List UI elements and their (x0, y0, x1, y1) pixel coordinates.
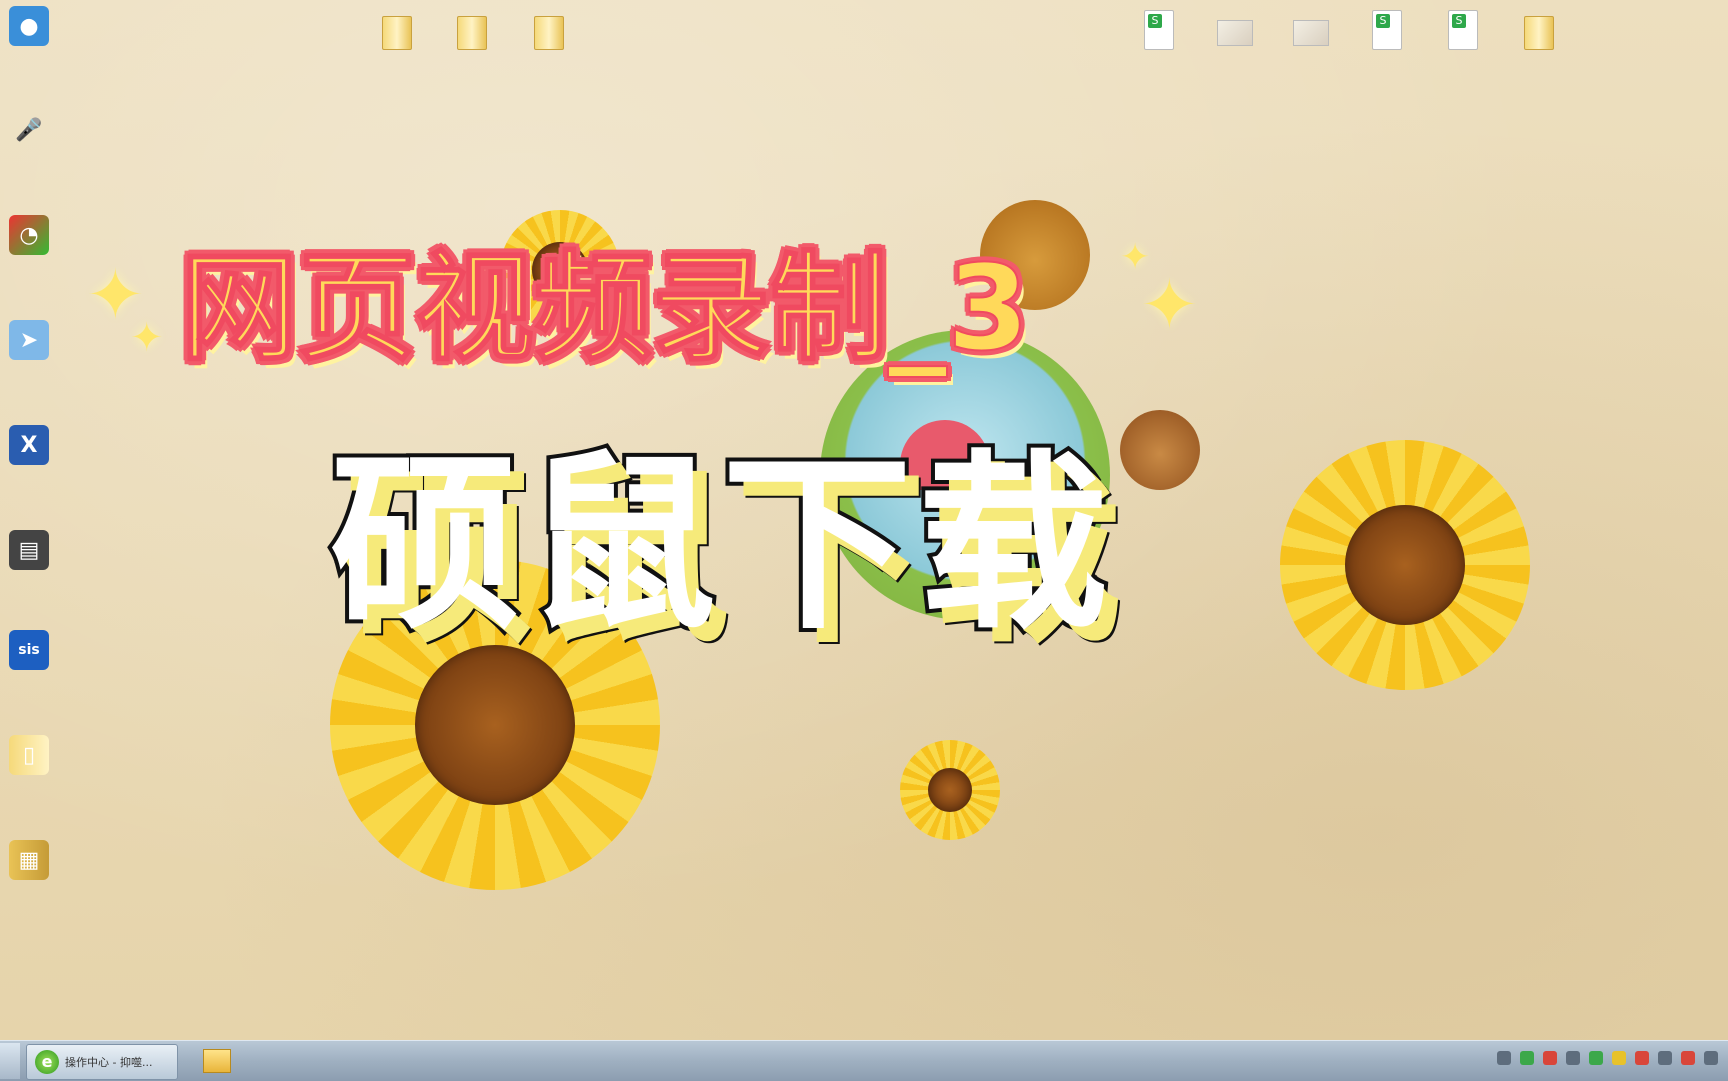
file-manager-icon (203, 1049, 231, 1073)
tray-app-icon[interactable] (1543, 1051, 1557, 1065)
desktop-icon-sis[interactable]: sis (0, 630, 58, 673)
tray-network-icon[interactable] (1566, 1051, 1580, 1065)
video-title-line2: 硕鼠下载 (326, 430, 1115, 659)
tray-signal-icon[interactable] (1704, 1051, 1718, 1065)
desktop-icon-top-6[interactable] (1274, 6, 1344, 54)
desktop-icon-pointer-tool[interactable]: ➤ (0, 320, 58, 363)
wallpaper-sunflower-small (900, 740, 1000, 840)
tray-security-icon[interactable] (1589, 1051, 1603, 1065)
system-tray (1497, 1051, 1718, 1065)
desktop-icon-top-5[interactable] (1198, 6, 1268, 54)
image-file-icon (1217, 20, 1253, 46)
microphone-client-icon: 🎤 (15, 117, 43, 143)
desktop-icon-top-9[interactable] (1502, 6, 1572, 54)
tray-battery-icon[interactable] (1520, 1051, 1534, 1065)
folder-icon (1524, 16, 1554, 50)
tray-volume-icon[interactable] (1658, 1051, 1672, 1065)
desktop-icon-top-3[interactable] (512, 6, 582, 54)
xshell-icon: X (9, 425, 49, 465)
desktop-icon-top-7[interactable] (1350, 6, 1420, 54)
desktop-icon-ssd-tool[interactable]: ▤ (0, 530, 58, 573)
webcam-app-icon: ● (9, 6, 49, 46)
pointer-tool-icon: ➤ (9, 320, 49, 360)
document-folder-icon: ▯ (9, 735, 49, 775)
tray-flag-icon[interactable] (1681, 1051, 1695, 1065)
tray-antivirus-icon[interactable] (1635, 1051, 1649, 1065)
spreadsheet-icon (1448, 10, 1478, 50)
ssd-tool-icon: ▤ (9, 530, 49, 570)
ie-icon: e (35, 1050, 59, 1074)
desktop-icon-top-8[interactable] (1426, 6, 1496, 54)
desktop-icon-microphone-client[interactable]: 🎤 (0, 110, 58, 153)
sparkle-right-icon: ✦ (1140, 264, 1199, 346)
gauge-app-icon: ◔ (9, 215, 49, 255)
tray-update-icon[interactable] (1612, 1051, 1626, 1065)
sparkle-left-small-icon: ✦ (130, 315, 164, 361)
desktop-icon-gauge-app[interactable]: ◔ (0, 215, 58, 258)
desktop-icon-top-4[interactable] (1122, 6, 1192, 54)
spreadsheet-icon (1144, 10, 1174, 50)
image-file-icon (1293, 20, 1329, 46)
folder-icon: ▦ (9, 840, 49, 880)
video-title-line1: 网页视频录制_3 (179, 238, 1120, 378)
sis-icon: sis (9, 630, 49, 670)
folder-shortcut-icon (382, 16, 412, 50)
sparkle-right-small-icon: ✦ (1120, 237, 1151, 278)
desktop-wallpaper: ● 🎤 ◔ ➤ X ▤ sis ▯ ▦ S S S ✦ ✦ ✦ ✦ 网页视频录制… (0, 0, 1728, 1040)
desktop-icon-document-folder[interactable]: ▯ (0, 735, 58, 778)
desktop-icon-xshell[interactable]: X (0, 425, 58, 468)
spreadsheet-icon (1372, 10, 1402, 50)
wallpaper-sunflower-right (1280, 440, 1530, 690)
desktop-icon-top-2[interactable] (435, 6, 505, 54)
taskbar: e 操作中心 - 抑噬... (0, 1040, 1728, 1081)
desktop-icon-folder[interactable]: ▦ (0, 840, 58, 883)
folder-icon (534, 16, 564, 50)
folder-shortcut-icon (457, 16, 487, 50)
taskbar-button-active-window[interactable]: e 操作中心 - 抑噬... (26, 1044, 178, 1080)
taskbar-button-file-manager[interactable] (200, 1044, 234, 1078)
tray-keyboard-icon[interactable] (1497, 1051, 1511, 1065)
taskbar-button-label: 操作中心 - 抑噬... (65, 1056, 153, 1069)
start-button[interactable] (0, 1043, 20, 1079)
desktop-icon-webcam[interactable]: ● (0, 6, 58, 49)
desktop-icon-top-1[interactable] (360, 6, 430, 54)
